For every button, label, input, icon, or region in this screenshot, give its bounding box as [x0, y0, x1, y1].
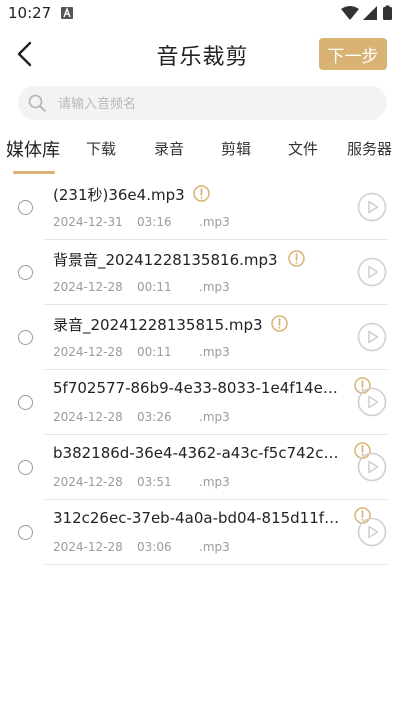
tab-media-library[interactable]: 媒体库: [6, 136, 60, 162]
select-radio[interactable]: [18, 395, 33, 410]
file-duration: 03:16: [137, 215, 172, 229]
search-box[interactable]: [18, 86, 387, 122]
tab-files[interactable]: 文件: [288, 138, 318, 159]
file-name: 录音_20241228135815.mp3: [53, 316, 263, 334]
list-item[interactable]: b382186d-36e4-4362-a43c-f5c742c02.. 2024…: [0, 435, 405, 500]
play-icon[interactable]: [357, 192, 387, 222]
divider: [45, 564, 387, 565]
battery-icon: [383, 5, 392, 20]
file-duration: 03:51: [137, 475, 172, 489]
list-item[interactable]: 5f702577-86b9-4e33-8033-1e4f14ebe.. 2024…: [0, 370, 405, 435]
tab-download[interactable]: 下载: [86, 138, 116, 159]
file-extension: .mp3: [199, 410, 230, 424]
file-duration: 00:11: [137, 280, 172, 294]
file-duration: 03:06: [137, 540, 172, 554]
select-radio[interactable]: [18, 200, 33, 215]
status-icons: [341, 5, 392, 20]
file-extension: .mp3: [199, 345, 230, 359]
list-item[interactable]: 录音_20241228135815.mp3 2024-12-28 00:11 .…: [0, 305, 405, 370]
header: 音乐裁剪 下一步: [0, 30, 405, 78]
play-icon[interactable]: [357, 322, 387, 352]
file-name: b382186d-36e4-4362-a43c-f5c742c02..: [53, 444, 347, 462]
file-date: 2024-12-28: [53, 475, 123, 489]
select-radio[interactable]: [18, 330, 33, 345]
file-name: (231秒)36e4.mp3: [53, 186, 185, 204]
a-square-icon: [61, 7, 73, 19]
file-extension: .mp3: [199, 540, 230, 554]
tab-edit[interactable]: 剪辑: [221, 138, 251, 159]
list-item[interactable]: (231秒)36e4.mp3 2024-12-31 03:16 .mp3: [0, 175, 405, 240]
signal-icon: [363, 6, 377, 20]
file-extension: .mp3: [199, 280, 230, 294]
file-date: 2024-12-28: [53, 410, 123, 424]
file-duration: 00:11: [137, 345, 172, 359]
file-name: 5f702577-86b9-4e33-8033-1e4f14ebe..: [53, 379, 347, 397]
wifi-icon: [341, 6, 359, 20]
play-icon[interactable]: [357, 387, 387, 417]
file-name: 背景音_20241228135816.mp3: [53, 251, 278, 269]
tab-recording[interactable]: 录音: [154, 138, 184, 159]
tab-bar: 媒体库 下载 录音 剪辑 文件 服务器: [0, 130, 405, 176]
file-extension: .mp3: [199, 215, 230, 229]
search-icon: [28, 94, 46, 112]
next-step-button[interactable]: 下一步: [319, 38, 387, 70]
info-icon[interactable]: [288, 250, 305, 267]
file-list: (231秒)36e4.mp3 2024-12-31 03:16 .mp3 背景音…: [0, 175, 405, 565]
file-extension: .mp3: [199, 475, 230, 489]
status-time: 10:27: [8, 4, 52, 22]
select-radio[interactable]: [18, 525, 33, 540]
file-name: 312c26ec-37eb-4a0a-bd04-815d11fd5..: [53, 509, 347, 527]
list-item[interactable]: 背景音_20241228135816.mp3 2024-12-28 00:11 …: [0, 240, 405, 305]
play-icon[interactable]: [357, 452, 387, 482]
status-bar: 10:27: [0, 0, 405, 28]
file-date: 2024-12-28: [53, 540, 123, 554]
file-duration: 03:26: [137, 410, 172, 424]
active-tab-indicator: [13, 171, 55, 174]
select-radio[interactable]: [18, 460, 33, 475]
file-date: 2024-12-31: [53, 215, 123, 229]
file-date: 2024-12-28: [53, 280, 123, 294]
info-icon[interactable]: [193, 185, 210, 202]
file-date: 2024-12-28: [53, 345, 123, 359]
list-item[interactable]: 312c26ec-37eb-4a0a-bd04-815d11fd5.. 2024…: [0, 500, 405, 565]
info-icon[interactable]: [271, 315, 288, 332]
select-radio[interactable]: [18, 265, 33, 280]
play-icon[interactable]: [357, 517, 387, 547]
search-input[interactable]: [56, 86, 370, 122]
tab-server[interactable]: 服务器: [347, 138, 392, 159]
play-icon[interactable]: [357, 257, 387, 287]
